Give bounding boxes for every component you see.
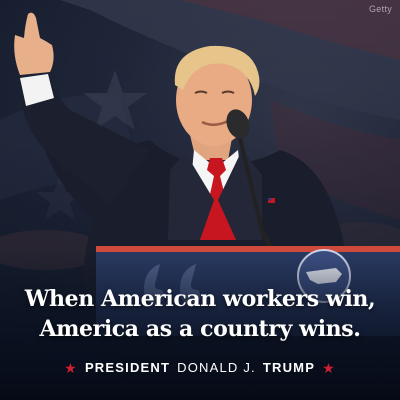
star-icon: ★	[64, 359, 78, 376]
photo-credit: Getty	[368, 4, 392, 14]
quote-text: When American workers win, America as a …	[0, 284, 400, 344]
quote-line-2: America as a country wins.	[39, 316, 361, 342]
attribution-surname: TRUMP	[262, 360, 316, 375]
star-icon: ★	[322, 359, 336, 376]
quote-line-1: When American workers win,	[24, 286, 376, 312]
attribution-title: PRESIDENT	[84, 360, 171, 375]
attribution-name: DONALD J.	[177, 360, 256, 375]
post-image: Getty When American workers win, America…	[0, 0, 400, 400]
attribution: ★ PRESIDENT DONALD J. TRUMP ★	[0, 360, 400, 375]
